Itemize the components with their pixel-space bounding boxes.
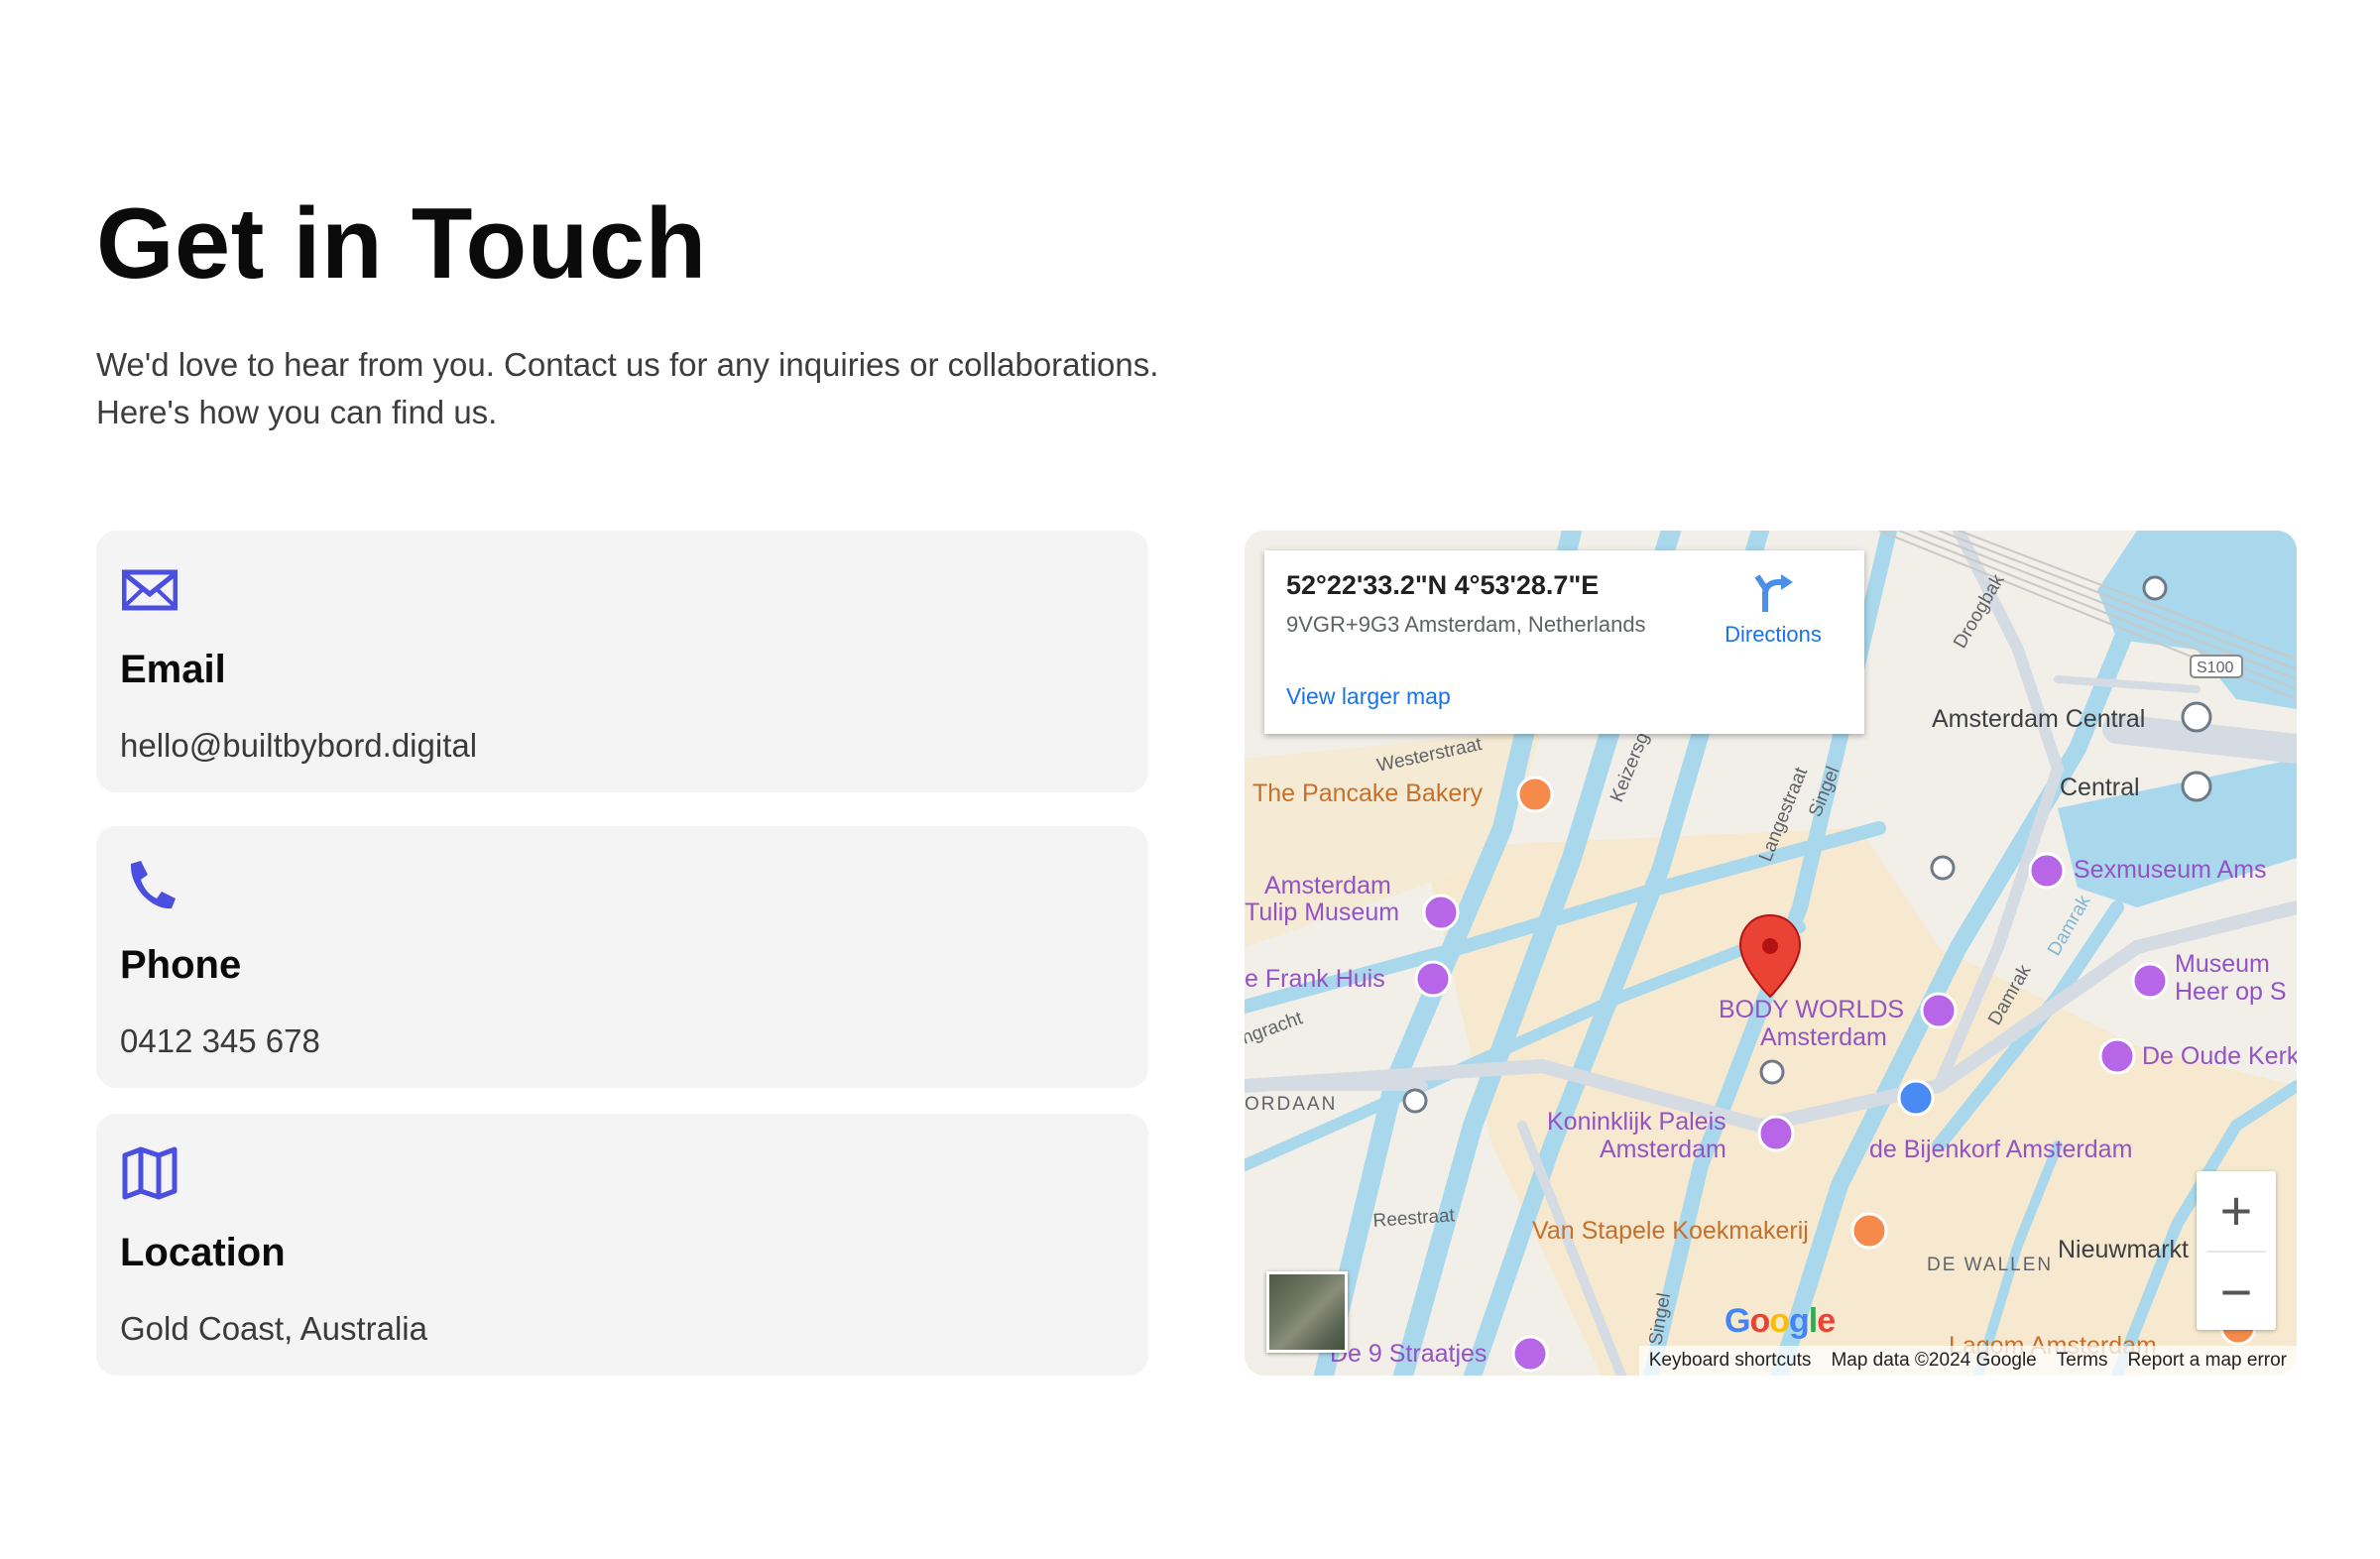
district-label: DE WALLEN <box>1927 1255 2053 1275</box>
location-title: Location <box>120 1231 286 1274</box>
email-title: Email <box>120 648 226 691</box>
google-logo-letter: o <box>1769 1302 1790 1340</box>
google-logo-letter: o <box>1749 1302 1770 1340</box>
tram-icon <box>1759 1059 1785 1085</box>
address-label: 9VGR+9G3 Amsterdam, Netherlands <box>1286 612 1646 637</box>
place-label: Sexmuseum Ams <box>2074 856 2267 884</box>
zoom-in-button[interactable]: + <box>2197 1171 2276 1251</box>
phone-title: Phone <box>120 943 242 987</box>
google-logo-letter: e <box>1817 1302 1836 1340</box>
place-label: Amsterdam <box>1760 1023 1887 1051</box>
embedded-map[interactable]: The Pancake Bakery Amsterdam Tulip Museu… <box>1245 531 2297 1376</box>
satellite-toggle[interactable] <box>1266 1271 1348 1353</box>
train-icon <box>2181 701 2212 733</box>
phone-card: Phone 0412 345 678 <box>96 826 1148 1088</box>
museum-icon <box>2028 852 2066 890</box>
location-value: Gold Coast, Australia <box>120 1310 427 1347</box>
keyboard-shortcuts-link[interactable]: Keyboard shortcuts <box>1649 1350 1812 1372</box>
metro-icon <box>2181 771 2212 802</box>
museum-icon <box>1414 960 1452 998</box>
phone-value[interactable]: 0412 345 678 <box>120 1022 320 1060</box>
directions-label: Directions <box>1725 622 1822 647</box>
place-label: Amsterdam <box>1264 872 1391 899</box>
google-logo-letter: G <box>1725 1302 1750 1340</box>
church-icon <box>2098 1037 2136 1075</box>
place-label: The Pancake Bakery <box>1252 780 1484 807</box>
tram-icon <box>1402 1088 1428 1114</box>
intro-line-1: We'd love to hear from you. Contact us f… <box>96 346 1159 383</box>
intro-line-2: Here's how you can find us. <box>96 394 498 430</box>
map-icon <box>122 1146 178 1200</box>
place-label: Central <box>2060 774 2140 801</box>
email-value[interactable]: hello@builtbybord.digital <box>120 727 477 765</box>
location-card: Location Gold Coast, Australia <box>96 1114 1148 1376</box>
restaurant-icon <box>1850 1212 1888 1250</box>
place-label: de Bijenkorf Amsterdam <box>1869 1136 2132 1163</box>
place-label: Nieuwmarkt <box>2058 1236 2189 1263</box>
place-label: Tulip Museum <box>1245 899 1399 926</box>
page-title: Get in Touch <box>96 188 707 300</box>
route-badge: S100 <box>2197 660 2233 676</box>
tram-icon <box>1930 855 1956 881</box>
district-label: ORDAAN <box>1245 1094 1337 1115</box>
place-label: Van Stapele Koekmakerij <box>1532 1217 1809 1245</box>
place-label: Museum <box>2175 950 2270 978</box>
place-label: De Oude Kerk <box>2142 1042 2297 1070</box>
museum-icon <box>2131 962 2169 1000</box>
map-infobox: 52°22'33.2"N 4°53'28.7"E 9VGR+9G3 Amster… <box>1264 550 1864 734</box>
place-label: Koninklijk Paleis <box>1547 1108 1726 1136</box>
museum-icon <box>1422 894 1460 931</box>
zoom-controls: + − <box>2197 1171 2276 1330</box>
email-card: Email hello@builtbybord.digital <box>96 531 1148 792</box>
directions-icon <box>1754 574 1793 612</box>
place-label: BODY WORLDS <box>1719 996 1904 1023</box>
envelope-icon <box>122 569 178 611</box>
zoom-out-button[interactable]: − <box>2197 1253 2276 1332</box>
landmark-icon <box>1757 1115 1795 1152</box>
google-logo-letter: l <box>1808 1302 1819 1340</box>
view-larger-map-link[interactable]: View larger map <box>1286 683 1451 710</box>
report-error-link[interactable]: Report a map error <box>2127 1350 2287 1372</box>
page-intro: We'd love to hear from you. Contact us f… <box>96 341 1385 436</box>
phone-icon <box>130 861 176 909</box>
place-label: Amsterdam <box>1600 1136 1726 1163</box>
place-label: e Frank Huis <box>1245 965 1385 993</box>
place-label: Heer op S <box>2175 978 2287 1006</box>
google-logo-letter: g <box>1789 1302 1810 1340</box>
shopping-icon <box>1897 1079 1935 1117</box>
map-data-label: Map data ©2024 Google <box>1831 1350 2037 1371</box>
place-label: De 9 Straatjes <box>1330 1340 1487 1368</box>
terms-link[interactable]: Terms <box>2057 1350 2108 1372</box>
map-attribution: Keyboard shortcuts Map data ©2024 Google… <box>1638 1346 2297 1376</box>
directions-button[interactable]: Directions <box>1709 570 1838 669</box>
restaurant-icon <box>1516 776 1554 813</box>
museum-icon <box>1920 992 1958 1029</box>
camera-icon <box>1511 1335 1549 1373</box>
place-label: Amsterdam Central <box>1932 705 2145 733</box>
google-logo: Google <box>1725 1302 1836 1341</box>
ferry-icon <box>2142 575 2168 601</box>
coordinates-label: 52°22'33.2"N 4°53'28.7"E <box>1286 570 1600 600</box>
